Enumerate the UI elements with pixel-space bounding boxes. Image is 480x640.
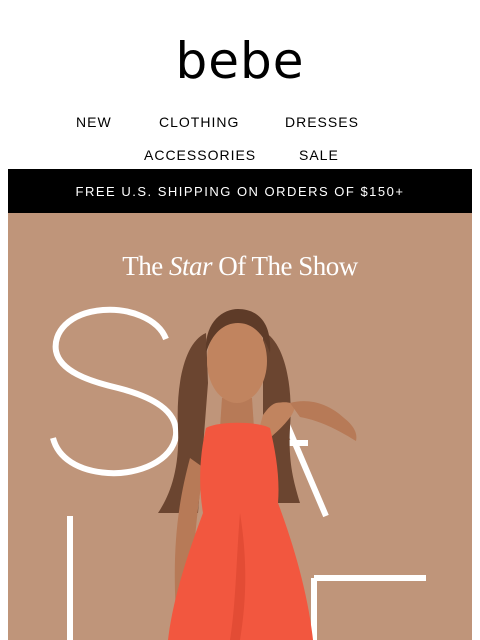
letter-s	[50, 306, 180, 477]
brand-logo[interactable]: bebe	[0, 30, 480, 92]
tagline-emph: Star	[168, 251, 213, 281]
nav-item-new[interactable]: NEW	[76, 114, 112, 130]
nav-row-2: ACCESSORIES SALE	[0, 147, 480, 165]
letter-e	[311, 575, 426, 640]
nav-row-1: NEW CLOTHING DRESSES	[0, 114, 480, 132]
promo-banner[interactable]: FREE U.S. SHIPPING ON ORDERS OF $150+	[8, 169, 472, 213]
model-figure	[158, 309, 357, 640]
hero-image[interactable]: The Star Of The Show	[8, 213, 472, 640]
nav-item-accessories[interactable]: ACCESSORIES	[144, 147, 256, 163]
tagline-pre: The	[122, 251, 163, 281]
nav-item-dresses[interactable]: DRESSES	[285, 114, 359, 130]
nav-item-sale[interactable]: SALE	[299, 147, 339, 163]
logo-text: bebe	[175, 32, 305, 90]
nav-item-clothing[interactable]: CLOTHING	[159, 114, 239, 130]
promo-banner-text: FREE U.S. SHIPPING ON ORDERS OF $150+	[75, 183, 405, 199]
tagline-post: Of The Show	[218, 251, 358, 281]
hero-tagline: The Star Of The Show	[8, 251, 472, 282]
